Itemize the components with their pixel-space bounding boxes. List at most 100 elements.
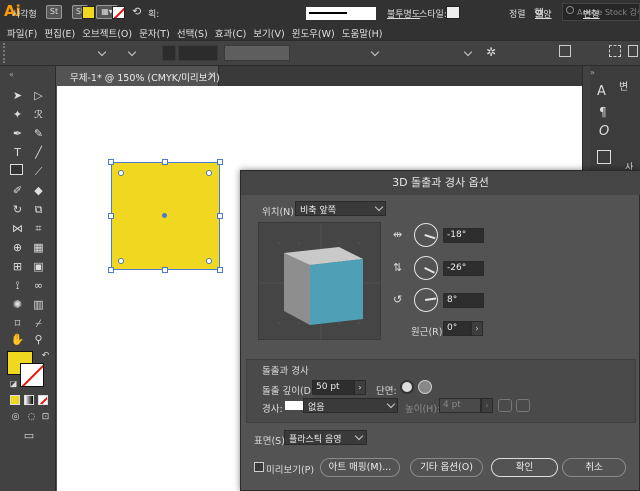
resize-handle[interactable] <box>217 213 223 219</box>
bevel-select[interactable]: 없음 <box>303 398 398 413</box>
magic-wand-tool-icon[interactable]: ✦ <box>10 107 25 122</box>
align-link[interactable]: 정렬 <box>509 7 526 20</box>
resize-handle[interactable] <box>108 159 114 165</box>
resize-handle[interactable] <box>162 159 168 165</box>
collapse-panel-icon[interactable]: » <box>590 68 595 77</box>
dialog-title[interactable]: 3D 돌출과 경사 옵션 <box>241 171 640 195</box>
menu-object[interactable]: 오브젝트(O) <box>82 24 132 40</box>
menu-type[interactable]: 문자(T) <box>139 24 170 40</box>
type-tool-icon[interactable]: T <box>10 145 25 160</box>
menu-file[interactable]: 파일(F) <box>7 24 37 40</box>
cube-preview[interactable] <box>259 223 382 341</box>
ok-button[interactable]: 확인 <box>491 458 558 477</box>
eyedropper-tool-icon[interactable]: ⟟ <box>10 278 25 293</box>
x-rotation-field[interactable]: -18° <box>443 228 484 243</box>
zoom-tool-icon[interactable]: ⚲ <box>31 332 46 347</box>
variable-width-profile[interactable] <box>224 45 290 61</box>
y-rotation-field[interactable]: -26° <box>443 261 484 276</box>
cancel-button[interactable]: 취소 <box>562 458 626 477</box>
menu-effect[interactable]: 효과(C) <box>215 24 247 40</box>
shape-link[interactable]: 모양 <box>535 7 552 20</box>
bridge-icon[interactable]: St <box>46 5 62 19</box>
stroke-weight-stepper[interactable] <box>162 45 176 61</box>
close-icon[interactable]: × <box>208 70 216 81</box>
isolate-object-icon[interactable] <box>609 45 621 57</box>
mesh-tool-icon[interactable]: ⊞ <box>10 259 25 274</box>
curvature-tool-icon[interactable]: ✎ <box>31 126 46 141</box>
color-mode-icon[interactable] <box>10 395 20 405</box>
panel-tab-label[interactable]: 변 <box>619 78 628 93</box>
height-slider-button[interactable]: › <box>481 398 493 413</box>
rotate-tool-icon[interactable]: ↻ <box>10 202 25 217</box>
cap-off-icon[interactable] <box>418 380 432 394</box>
symbol-sprayer-tool-icon[interactable]: ✺ <box>10 297 25 312</box>
extrude-depth-slider-button[interactable]: › <box>354 380 366 395</box>
fill-color-swatch[interactable] <box>82 6 95 19</box>
panel-menu-icon[interactable] <box>628 45 638 57</box>
resize-handle[interactable] <box>108 267 114 273</box>
menu-view[interactable]: 보기(V) <box>253 24 284 40</box>
pen-tool-icon[interactable]: ✒ <box>10 126 25 141</box>
shape-builder-tool-icon[interactable]: ⊕ <box>10 240 25 255</box>
lasso-tool-icon[interactable]: ℛ <box>31 107 46 122</box>
corner-radius-widget[interactable] <box>206 170 212 176</box>
graphic-style-swatch[interactable] <box>446 6 460 19</box>
z-rotation-field[interactable]: 8° <box>443 293 484 308</box>
menu-window[interactable]: 윈도우(W) <box>292 24 335 40</box>
recolor-artwork-icon[interactable]: ✲ <box>486 45 496 59</box>
position-select[interactable]: 비축 앞쪽 <box>295 201 386 216</box>
paragraph-panel-icon[interactable]: ¶ <box>599 105 607 119</box>
preview-checkbox[interactable] <box>254 462 264 472</box>
cap-on-icon[interactable] <box>400 380 414 394</box>
character-panel-icon[interactable]: A <box>597 84 606 99</box>
line-segment-tool-icon[interactable]: ╱ <box>31 145 46 160</box>
height-field[interactable]: 4 pt <box>439 398 481 413</box>
corner-radius-widget[interactable] <box>206 258 212 264</box>
stroke-color-swatch[interactable] <box>112 6 125 19</box>
brush-definition-select[interactable]: 기본 <box>306 7 376 20</box>
corner-radius-widget[interactable] <box>118 258 124 264</box>
none-mode-icon[interactable] <box>38 395 48 405</box>
corner-radius-widget[interactable] <box>118 170 124 176</box>
bevel-extent-out-icon[interactable] <box>498 399 512 412</box>
resize-handle[interactable] <box>162 267 168 273</box>
eraser-tool-icon[interactable]: ◆ <box>31 183 46 198</box>
perspective-field[interactable]: 0° <box>443 321 471 336</box>
column-graph-tool-icon[interactable]: ▥ <box>31 297 46 312</box>
menu-help[interactable]: 도움말(H) <box>342 24 383 40</box>
free-transform-tool-icon[interactable]: ⌗ <box>31 221 46 236</box>
more-options-button[interactable]: 기타 옵션(O) <box>410 458 483 477</box>
transform-link[interactable]: 변형 <box>583 7 600 20</box>
draw-mode-icon[interactable]: ◎ <box>8 410 23 425</box>
menu-edit[interactable]: 편집(E) <box>44 24 75 40</box>
perspective-slider-button[interactable]: › <box>471 321 483 336</box>
y-rotation-dial[interactable] <box>414 256 438 280</box>
resize-handle[interactable] <box>108 213 114 219</box>
direct-selection-tool-icon[interactable]: ▷ <box>31 88 46 103</box>
surface-select[interactable]: 플라스틱 음영 <box>284 430 367 445</box>
x-rotation-dial[interactable] <box>414 223 438 247</box>
3d-rotation-track-cube[interactable] <box>258 222 382 341</box>
screen-mode-icon[interactable]: ▭ <box>20 428 38 443</box>
perspective-grid-tool-icon[interactable]: ▦ <box>31 240 46 255</box>
scale-tool-icon[interactable]: ⧉ <box>31 202 46 217</box>
transform-panel-icon[interactable] <box>597 150 611 164</box>
blend-tool-icon[interactable]: ∞ <box>31 278 46 293</box>
menu-select[interactable]: 선택(S) <box>177 24 208 40</box>
rectangle-tool-icon[interactable] <box>10 164 23 175</box>
hand-tool-icon[interactable]: ✋ <box>10 332 25 347</box>
stroke-weight-field[interactable] <box>178 45 218 61</box>
gradient-tool-icon[interactable]: ▣ <box>31 259 46 274</box>
transform-box-icon[interactable] <box>559 45 571 57</box>
width-tool-icon[interactable]: ⋈ <box>10 221 25 236</box>
map-art-button[interactable]: 아트 매핑(M)... <box>320 458 400 477</box>
swap-fill-stroke-icon[interactable]: ↶ <box>38 349 53 364</box>
artboard-tool-icon[interactable]: ⌑ <box>10 316 25 331</box>
preview-label[interactable]: 미리보기(P) <box>266 462 314 476</box>
extrude-depth-field[interactable]: 50 pt <box>312 380 354 395</box>
resize-handle[interactable] <box>217 267 223 273</box>
resize-handle[interactable] <box>217 159 223 165</box>
z-rotation-dial[interactable] <box>414 288 438 312</box>
gpu-performance-icon[interactable]: ⟲ <box>132 5 141 18</box>
slice-tool-icon[interactable]: ⌿ <box>31 316 46 331</box>
